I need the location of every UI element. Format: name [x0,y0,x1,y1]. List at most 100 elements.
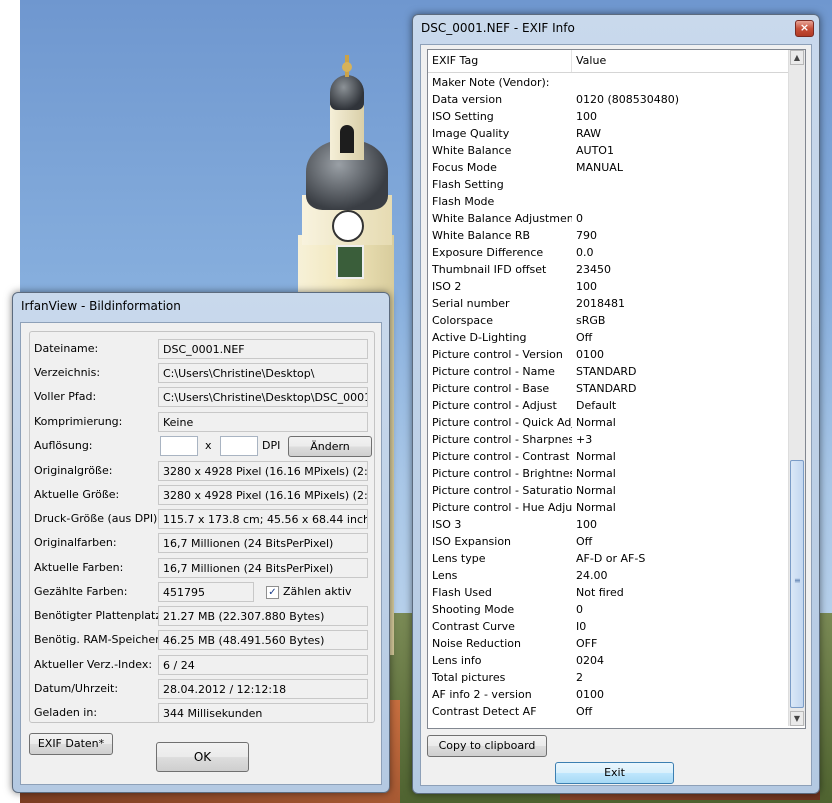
exif-tag: Image Quality [432,127,510,140]
field-row-datetime: Datum/Uhrzeit: 28.04.2012 / 12:12:18 [34,679,368,699]
exif-value: 0120 (808530480) [576,93,680,106]
list-item[interactable]: Serial number 2018481 [428,295,790,312]
exif-data-button[interactable]: EXIF Daten* [29,733,113,755]
titlebar[interactable]: DSC_0001.NEF - EXIF Info × [413,15,819,41]
list-item[interactable]: Picture control - Sharpness +3 [428,431,790,448]
field-row-original-size: Originalgröße: 3280 x 4928 Pixel (16.16 … [34,461,368,481]
ok-button[interactable]: OK [156,742,249,772]
change-dpi-button[interactable]: Ändern [288,436,372,457]
list-item[interactable]: Exposure Difference 0.0 [428,244,790,261]
exif-tag: Contrast Curve [432,620,515,633]
column-divider[interactable] [571,50,572,72]
exif-tag: Picture control - Quick Adj... [432,416,572,429]
exif-value: Normal [576,467,616,480]
field-row-current-colors: Aktuelle Farben: 16,7 Millionen (24 Bits… [34,558,368,578]
list-item[interactable]: Picture control - Base STANDARD [428,380,790,397]
field-row-load-time: Geladen in: 344 Millisekunden [34,703,368,723]
exif-tag: Picture control - Base [432,382,550,395]
list-item[interactable]: Picture control - Name STANDARD [428,363,790,380]
list-item[interactable]: Lens 24.00 [428,567,790,584]
list-item[interactable]: Picture control - Brightness Normal [428,465,790,482]
copy-to-clipboard-button[interactable]: Copy to clipboard [427,735,547,757]
exif-tag: Lens info [432,654,482,667]
exif-tag: Picture control - Name [432,365,555,378]
vertical-scrollbar[interactable]: ▲ ≡ ▼ [788,50,805,726]
exif-tag: Maker Note (Vendor): [432,76,550,89]
scroll-up-arrow-icon[interactable]: ▲ [790,50,804,65]
list-item[interactable]: Picture control - Version 0100 [428,346,790,363]
exif-value: sRGB [576,314,606,327]
field-value: 28.04.2012 / 12:12:18 [158,679,368,699]
exif-value: Off [576,705,593,718]
field-label: Verzeichnis: [34,366,101,379]
list-item[interactable]: ISO Setting 100 [428,108,790,125]
list-item[interactable]: Picture control - Quick Adj... Normal [428,414,790,431]
list-item[interactable]: Flash Mode [428,193,790,210]
field-label: Aktuelle Farben: [34,561,124,574]
photo-clock [332,210,364,242]
list-item[interactable]: Active D-Lighting Off [428,329,790,346]
exif-list[interactable]: EXIF Tag Value Maker Note (Vendor): Data … [427,49,806,729]
list-header: EXIF Tag Value [428,50,788,73]
list-item[interactable]: ISO 3 100 [428,516,790,533]
count-active-label[interactable]: Zählen aktiv [283,585,352,598]
scroll-thumb[interactable]: ≡ [790,460,804,708]
exif-tag: Flash Used [432,586,492,599]
count-active-checkbox[interactable]: ✓ [266,586,279,599]
list-item[interactable]: Focus Mode MANUAL [428,159,790,176]
exif-value: Off [576,535,593,548]
list-item[interactable]: White Balance Adjustment 0 [428,210,790,227]
grip-icon: ≡ [794,576,801,585]
dpi-y-input[interactable] [220,436,258,456]
field-value: 3280 x 4928 Pixel (16.16 MPixels) (2:3) [158,461,368,481]
exif-tag: Flash Setting [432,178,504,191]
list-item[interactable]: Flash Used Not fired [428,584,790,601]
exif-value: 0100 [576,348,604,361]
dpi-x-input[interactable] [160,436,198,456]
exif-tag: Picture control - Sharpness [432,433,572,446]
list-item[interactable]: Picture control - Adjust Default [428,397,790,414]
exit-button[interactable]: Exit [555,762,674,784]
field-row-counted-colors: Gezählte Farben: 451795 ✓ Zählen aktiv [34,582,368,602]
list-item[interactable]: Total pictures 2 [428,669,790,686]
list-item[interactable]: White Balance RB 790 [428,227,790,244]
field-value: C:\Users\Christine\Desktop\DSC_0001.NE [158,387,368,407]
titlebar[interactable]: IrfanView - Bildinformation [13,293,389,319]
list-item[interactable]: Picture control - Contrast Normal [428,448,790,465]
list-item[interactable]: Picture control - Saturation Normal [428,482,790,499]
list-item[interactable]: Flash Setting [428,176,790,193]
list-item[interactable]: Picture control - Hue Adjus... Normal [428,499,790,516]
list-item[interactable]: Maker Note (Vendor): [428,74,790,91]
list-item[interactable]: Contrast Detect AF Off [428,703,790,720]
list-item[interactable]: Shooting Mode 0 [428,601,790,618]
list-body: Maker Note (Vendor): Data version 0120 (80… [428,74,790,720]
list-item[interactable]: Colorspace sRGB [428,312,790,329]
exif-tag: Lens [432,569,458,582]
exif-value: 0204 [576,654,604,667]
info-group: Dateiname: DSC_0001.NEF Verzeichnis: C:\… [29,331,375,723]
exif-tag: Thumbnail IFD offset [432,263,547,276]
exif-value: 790 [576,229,597,242]
list-item[interactable]: AF info 2 - version 0100 [428,686,790,703]
exif-value: Default [576,399,617,412]
scroll-down-arrow-icon[interactable]: ▼ [790,711,804,726]
list-item[interactable]: White Balance AUTO1 [428,142,790,159]
list-item[interactable]: Noise Reduction OFF [428,635,790,652]
list-item[interactable]: Contrast Curve I0 [428,618,790,635]
list-item[interactable]: Lens info 0204 [428,652,790,669]
list-item[interactable]: Lens type AF-D or AF-S [428,550,790,567]
list-item[interactable]: ISO 2 100 [428,278,790,295]
exif-tag: White Balance RB [432,229,531,242]
close-button[interactable]: × [795,20,814,37]
exif-tag: ISO 2 [432,280,462,293]
exif-tag: Lens type [432,552,486,565]
list-item[interactable]: ISO Expansion Off [428,533,790,550]
exif-tag: Picture control - Hue Adjus... [432,501,572,514]
list-item[interactable]: Data version 0120 (808530480) [428,91,790,108]
field-row-current-size: Aktuelle Größe: 3280 x 4928 Pixel (16.16… [34,485,368,505]
list-item[interactable]: Thumbnail IFD offset 23450 [428,261,790,278]
column-header-value[interactable]: Value [576,54,606,67]
field-value: DSC_0001.NEF [158,339,368,359]
column-header-tag[interactable]: EXIF Tag [432,54,478,67]
list-item[interactable]: Image Quality RAW [428,125,790,142]
